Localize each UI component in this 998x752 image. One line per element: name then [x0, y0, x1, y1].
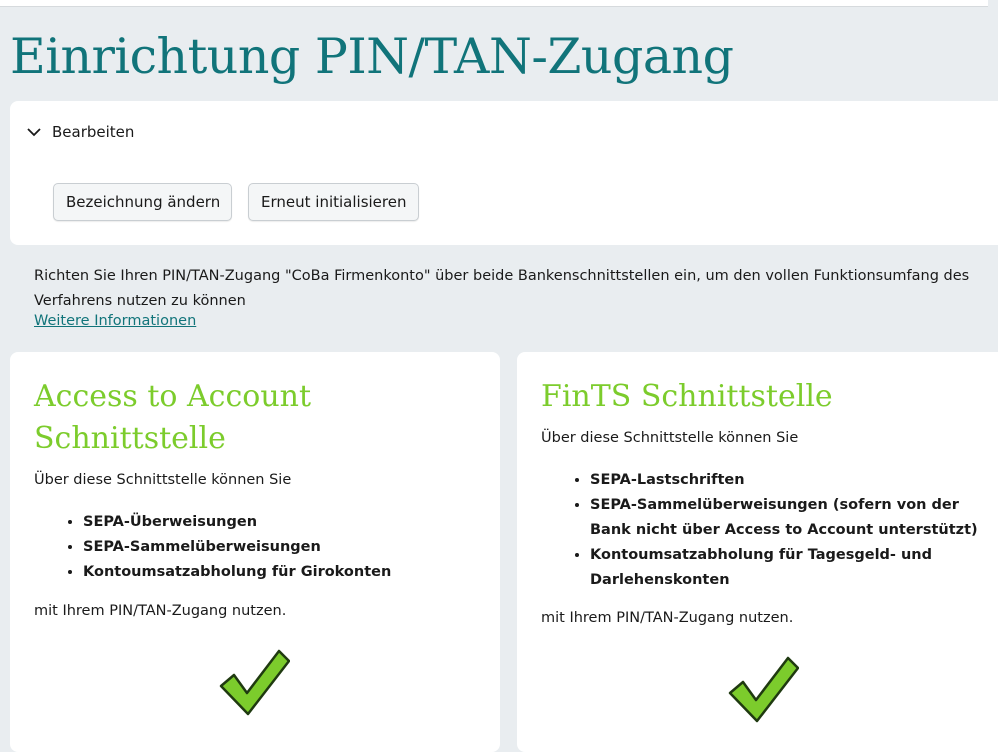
card-lead-text: Über diese Schnittstelle können Sie	[34, 472, 292, 488]
card-tail-text: mit Ihrem PIN/TAN-Zugang nutzen.	[541, 610, 794, 626]
page-title: Einrichtung PIN/TAN-Zugang	[10, 28, 734, 85]
edit-panel: Bearbeiten Bezeichnung ändern Erneut ini…	[10, 101, 998, 245]
feature-list: SEPA-Überweisungen SEPA-Sammelüberweisun…	[34, 510, 391, 585]
card-lead-text: Über diese Schnittstelle können Sie	[541, 430, 799, 446]
card-access-to-account: Access to Account Schnittstelle Über die…	[10, 352, 500, 752]
feature-list: SEPA-Lastschriften SEPA-Sammelüberweisun…	[541, 468, 998, 593]
rename-button[interactable]: Bezeichnung ändern	[53, 183, 232, 221]
card-tail-text: mit Ihrem PIN/TAN-Zugang nutzen.	[34, 603, 287, 619]
top-bar	[0, 0, 988, 7]
more-info-link[interactable]: Weitere Informationen	[34, 313, 196, 329]
intro-text: Richten Sie Ihren PIN/TAN-Zugang "CoBa F…	[34, 268, 970, 309]
list-item: SEPA-Sammelüberweisungen (sofern von der…	[590, 493, 998, 543]
reinitialize-button[interactable]: Erneut initialisieren	[248, 183, 419, 221]
card-title: Access to Account Schnittstelle	[34, 379, 312, 456]
checkmark-icon	[219, 649, 290, 716]
card-fints: FinTS Schnittstelle Über diese Schnittst…	[517, 352, 998, 752]
list-item: SEPA-Überweisungen	[83, 510, 391, 535]
list-item: Kontoumsatzabholung für Girokonten	[83, 560, 391, 585]
list-item: Kontoumsatzabholung für Tagesgeld- und D…	[590, 543, 998, 593]
list-item: SEPA-Lastschriften	[590, 468, 998, 493]
list-item: SEPA-Sammelüberweisungen	[83, 535, 391, 560]
card-title: FinTS Schnittstelle	[541, 379, 833, 414]
chevron-down-icon	[27, 128, 41, 137]
edit-panel-toggle[interactable]: Bearbeiten	[26, 123, 134, 141]
edit-panel-label: Bearbeiten	[52, 123, 135, 141]
checkmark-icon	[728, 656, 799, 723]
